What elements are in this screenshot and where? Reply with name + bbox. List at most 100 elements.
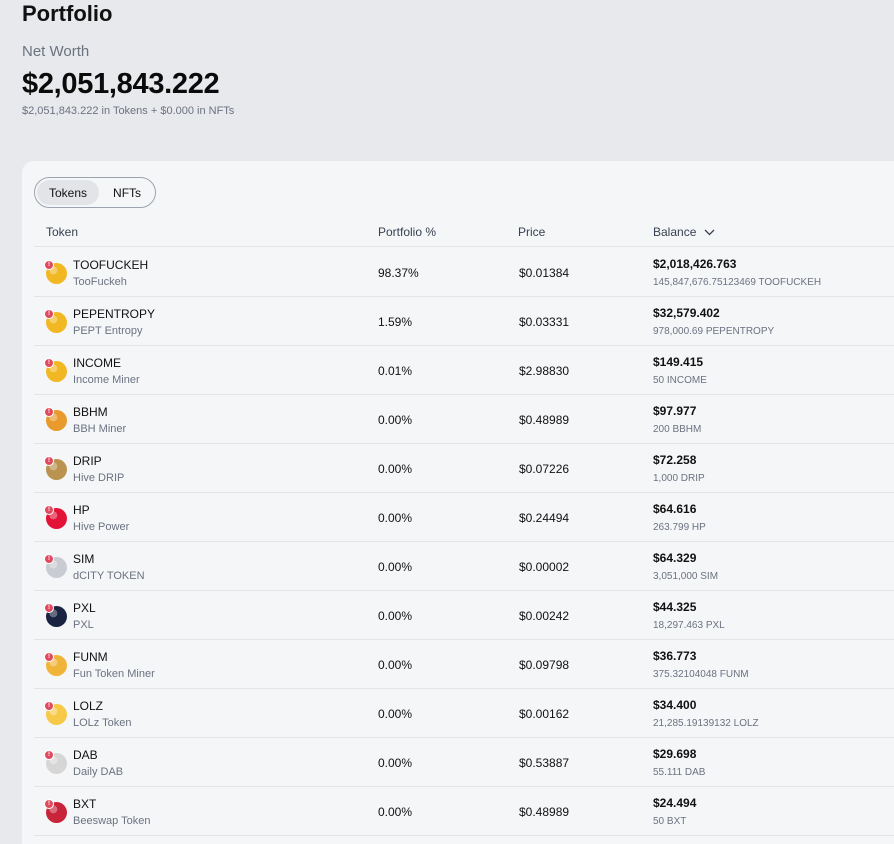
token-price: $2.98830 <box>519 364 570 378</box>
balance-value: $149.415 <box>653 355 704 369</box>
tab-tokens[interactable]: Tokens <box>37 180 100 205</box>
balance-quantity: 1,000 DRIP <box>653 473 705 484</box>
portfolio-percent: 0.00% <box>378 805 413 819</box>
warning-badge-icon: ! <box>44 260 54 270</box>
table-row[interactable]: ! SIM dCITY TOKEN 0.00% $0.00002 $64.329 3,051… <box>34 542 894 591</box>
token-icon-wrap: ! <box>44 456 67 480</box>
token-symbol[interactable]: TOOFUCKEH <box>73 258 148 272</box>
table-row[interactable]: ! DAB Daily DAB 0.00% $0.53887 $29.698 55.111 … <box>34 738 894 787</box>
warning-badge-icon: ! <box>44 652 54 662</box>
balance-quantity: 50 INCOME <box>653 375 707 386</box>
portfolio-percent: 0.00% <box>378 560 413 574</box>
token-name: Beeswap Token <box>73 815 151 827</box>
column-header-portfolio-pct[interactable]: Portfolio % <box>378 225 436 239</box>
token-name: Fun Token Miner <box>73 668 155 680</box>
balance-quantity: 978,000.69 PEPENTROPY <box>653 326 775 337</box>
table-row[interactable]: ! DRIP Hive DRIP 0.00% $0.07226 $72.258 1,000 … <box>34 444 894 493</box>
token-symbol[interactable]: PXL <box>73 601 96 615</box>
portfolio-percent: 0.01% <box>378 364 413 378</box>
token-symbol[interactable]: DRIP <box>73 454 102 468</box>
warning-badge-icon: ! <box>44 750 54 760</box>
token-name: BBH Miner <box>73 423 127 435</box>
table-row[interactable]: ! PEPENTROPY PEPT Entropy 1.59% $0.03331 $32,… <box>34 297 894 346</box>
table-row[interactable]: ! BBHM BBH Miner 0.00% $0.48989 $97.977 200 BB… <box>34 395 894 444</box>
token-icon-wrap: ! <box>44 652 67 676</box>
token-price: $0.00162 <box>519 707 570 721</box>
token-icon-wrap: ! <box>44 554 67 578</box>
token-icon-wrap: ! <box>44 505 67 529</box>
balance-value: $24.494 <box>653 796 697 810</box>
token-symbol[interactable]: BBHM <box>73 405 108 419</box>
portfolio-percent: 0.00% <box>378 658 413 672</box>
balance-value: $72.258 <box>653 453 697 467</box>
token-name: Hive Power <box>73 521 130 533</box>
token-symbol[interactable]: FUNM <box>73 650 108 664</box>
balance-quantity: 55.111 DAB <box>653 767 706 778</box>
tab-nfts[interactable]: NFTs <box>101 180 153 205</box>
balance-quantity: 200 BBHM <box>653 424 702 435</box>
token-symbol[interactable]: BXT <box>73 797 96 811</box>
portfolio-percent: 0.00% <box>378 707 413 721</box>
warning-badge-icon: ! <box>44 505 54 515</box>
token-icon-wrap: ! <box>44 309 67 333</box>
table-row[interactable]: ! HP Hive Power 0.00% $0.24494 $64.616 263.799… <box>34 493 894 542</box>
token-price: $0.09798 <box>519 658 570 672</box>
token-price: $0.48989 <box>519 805 570 819</box>
token-symbol[interactable]: HP <box>73 503 90 517</box>
page-title: Portfolio <box>22 1 113 26</box>
warning-badge-icon: ! <box>44 309 54 319</box>
net-worth-value: $2,051,843.222 <box>22 68 220 100</box>
token-icon-wrap: ! <box>44 750 67 774</box>
token-price: $0.48989 <box>519 413 570 427</box>
balance-value: $34.400 <box>653 698 697 712</box>
token-name: LOLz Token <box>73 717 132 729</box>
column-header-balance-label: Balance <box>653 225 697 239</box>
balance-value: $97.977 <box>653 404 697 418</box>
token-name: PEPT Entropy <box>73 325 143 337</box>
token-icon-wrap: ! <box>44 701 67 725</box>
column-header-token[interactable]: Token <box>46 225 78 239</box>
balance-value: $32,579.402 <box>653 306 720 320</box>
net-worth-label: Net Worth <box>22 43 90 60</box>
portfolio-card: Tokens NFTs Token Portfolio % Price Bala… <box>22 161 894 844</box>
balance-value: $2,018,426.763 <box>653 257 737 271</box>
portfolio-percent: 0.00% <box>378 462 413 476</box>
portfolio-percent: 98.37% <box>378 266 419 280</box>
asset-tabs: Tokens NFTs <box>34 177 157 208</box>
balance-value: $44.325 <box>653 600 697 614</box>
token-price: $0.00002 <box>519 560 570 574</box>
token-symbol[interactable]: PEPENTROPY <box>73 307 155 321</box>
token-price: $0.07226 <box>519 462 570 476</box>
balance-value: $36.773 <box>653 649 697 663</box>
token-table-body: ! TOOFUCKEH TooFuckeh 98.37% $0.01384 $2,018,… <box>34 248 894 836</box>
portfolio-percent: 0.00% <box>378 609 413 623</box>
balance-quantity: 145,847,676.75123469 TOOFUCKEH <box>653 277 822 288</box>
table-row[interactable]: ! TOOFUCKEH TooFuckeh 98.37% $0.01384 $2,018,… <box>34 248 894 297</box>
token-price: $0.01384 <box>519 266 570 280</box>
token-symbol[interactable]: INCOME <box>73 356 121 370</box>
column-header-price[interactable]: Price <box>518 225 545 239</box>
table-row[interactable]: ! BXT Beeswap Token 0.00% $0.48989 $24.494 50 … <box>34 787 894 836</box>
table-row[interactable]: ! LOLZ LOLz Token 0.00% $0.00162 $34.400 21,28… <box>34 689 894 738</box>
token-name: Income Miner <box>73 374 140 386</box>
token-price: $0.00242 <box>519 609 570 623</box>
warning-badge-icon: ! <box>44 701 54 711</box>
token-name: Daily DAB <box>73 766 124 778</box>
column-header-balance[interactable]: Balance <box>653 225 715 239</box>
token-symbol[interactable]: SIM <box>73 552 94 566</box>
token-symbol[interactable]: DAB <box>73 748 98 762</box>
balance-quantity: 3,051,000 SIM <box>653 571 719 582</box>
token-symbol[interactable]: LOLZ <box>73 699 103 713</box>
token-icon-wrap: ! <box>44 260 67 284</box>
table-header: Token Portfolio % Price Balance <box>34 219 894 247</box>
balance-value: $64.329 <box>653 551 697 565</box>
token-price: $0.03331 <box>519 315 570 329</box>
token-icon-wrap: ! <box>44 799 67 823</box>
table-row[interactable]: ! INCOME Income Miner 0.01% $2.98830 $149.415… <box>34 346 894 395</box>
table-row[interactable]: ! FUNM Fun Token Miner 0.00% $0.09798 $36.773… <box>34 640 894 689</box>
balance-quantity: 50 BXT <box>653 816 687 827</box>
table-row[interactable]: ! PXL PXL 0.00% $0.00242 $44.325 18,297.463 PX… <box>34 591 894 640</box>
balance-value: $29.698 <box>653 747 697 761</box>
warning-badge-icon: ! <box>44 358 54 368</box>
portfolio-percent: 0.00% <box>378 511 413 525</box>
